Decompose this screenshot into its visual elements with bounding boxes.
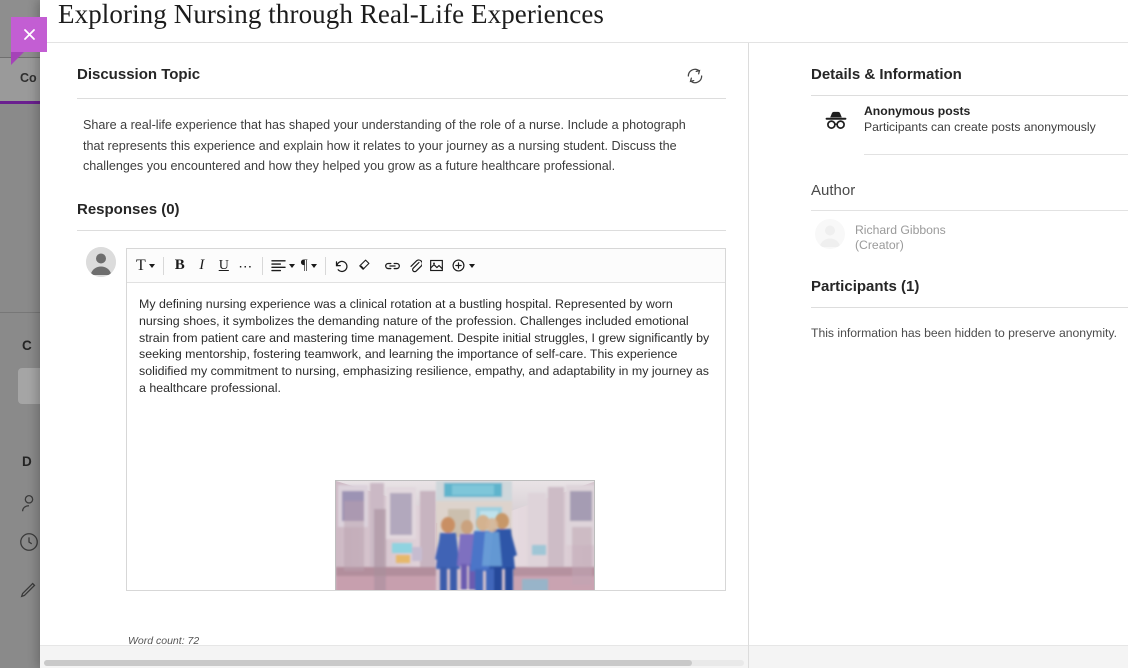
close-button[interactable] [11,17,47,52]
discussion-topic-header: Discussion Topic [77,66,711,92]
author-name: Richard Gibbons [855,223,946,237]
close-icon [11,17,47,52]
clock-icon [18,531,40,553]
background-divider-1 [0,312,40,313]
insert-image-icon[interactable] [426,253,448,279]
anonymous-posts-row: Anonymous posts Participants can create … [823,104,1128,150]
author-divider [811,210,1128,211]
italic-icon[interactable]: I [191,253,213,279]
author-heading: Author [811,182,855,199]
background-section-label-d: D [22,454,32,469]
responses-heading: Responses (0) [77,201,180,218]
participants-divider [811,307,1128,308]
align-icon[interactable] [268,253,298,279]
discussion-topic-text: Share a real-life experience that has sh… [83,115,699,177]
main-content-column: Discussion Topic Share a real-life exper… [40,43,748,645]
background-tab-label: Co [20,71,37,85]
anonymous-row-divider [864,154,1128,155]
editor-content-area[interactable]: My defining nursing experience was a cli… [127,284,725,590]
add-content-icon[interactable] [448,253,478,279]
topic-divider [77,98,726,99]
bold-icon[interactable]: B [169,253,191,279]
discussion-modal: Exploring Nursing through Real-Life Expe… [40,0,1128,668]
person-icon [18,492,40,514]
more-formatting-icon[interactable]: ⋯ [235,253,257,279]
author-avatar [815,219,845,249]
details-divider [811,95,1128,96]
bottom-panel-divider [748,645,749,668]
anonymous-posts-description: Participants can create posts anonymousl… [864,120,1096,134]
text-style-icon[interactable]: T [133,253,158,279]
pencil-icon [18,578,40,600]
modal-header: Exploring Nursing through Real-Life Expe… [40,0,1128,43]
details-heading: Details & Information [811,66,962,83]
refresh-icon[interactable] [685,63,711,89]
editor-inline-image[interactable] [335,480,595,590]
discussion-topic-heading: Discussion Topic [77,66,200,83]
details-panel: Details & Information Anonymous posts Pa… [749,43,1128,645]
horizontal-scrollbar-area [40,645,1128,668]
responses-divider [77,230,726,231]
avatar [86,247,116,277]
response-editor: T B I U ⋯ [126,248,726,591]
editor-toolbar: T B I U ⋯ [127,249,725,283]
page-title: Exploring Nursing through Real-Life Expe… [58,0,604,30]
undo-icon[interactable] [331,253,353,279]
editor-paragraph: My defining nursing experience was a cli… [139,296,711,397]
participants-anonymity-note: This information has been hidden to pres… [811,326,1117,340]
background-section-label-c: C [22,338,32,353]
clear-formatting-icon[interactable] [353,253,375,279]
participants-heading: Participants (1) [811,278,919,295]
attach-file-icon[interactable] [404,253,426,279]
anonymous-posts-title: Anonymous posts [864,104,970,118]
insert-link-icon[interactable] [381,253,404,279]
underline-icon[interactable]: U [213,253,235,279]
paragraph-icon[interactable]: ¶ [298,253,320,279]
scrollbar-thumb[interactable] [44,660,692,666]
author-role: (Creator) [855,238,904,252]
incognito-icon [823,109,849,131]
